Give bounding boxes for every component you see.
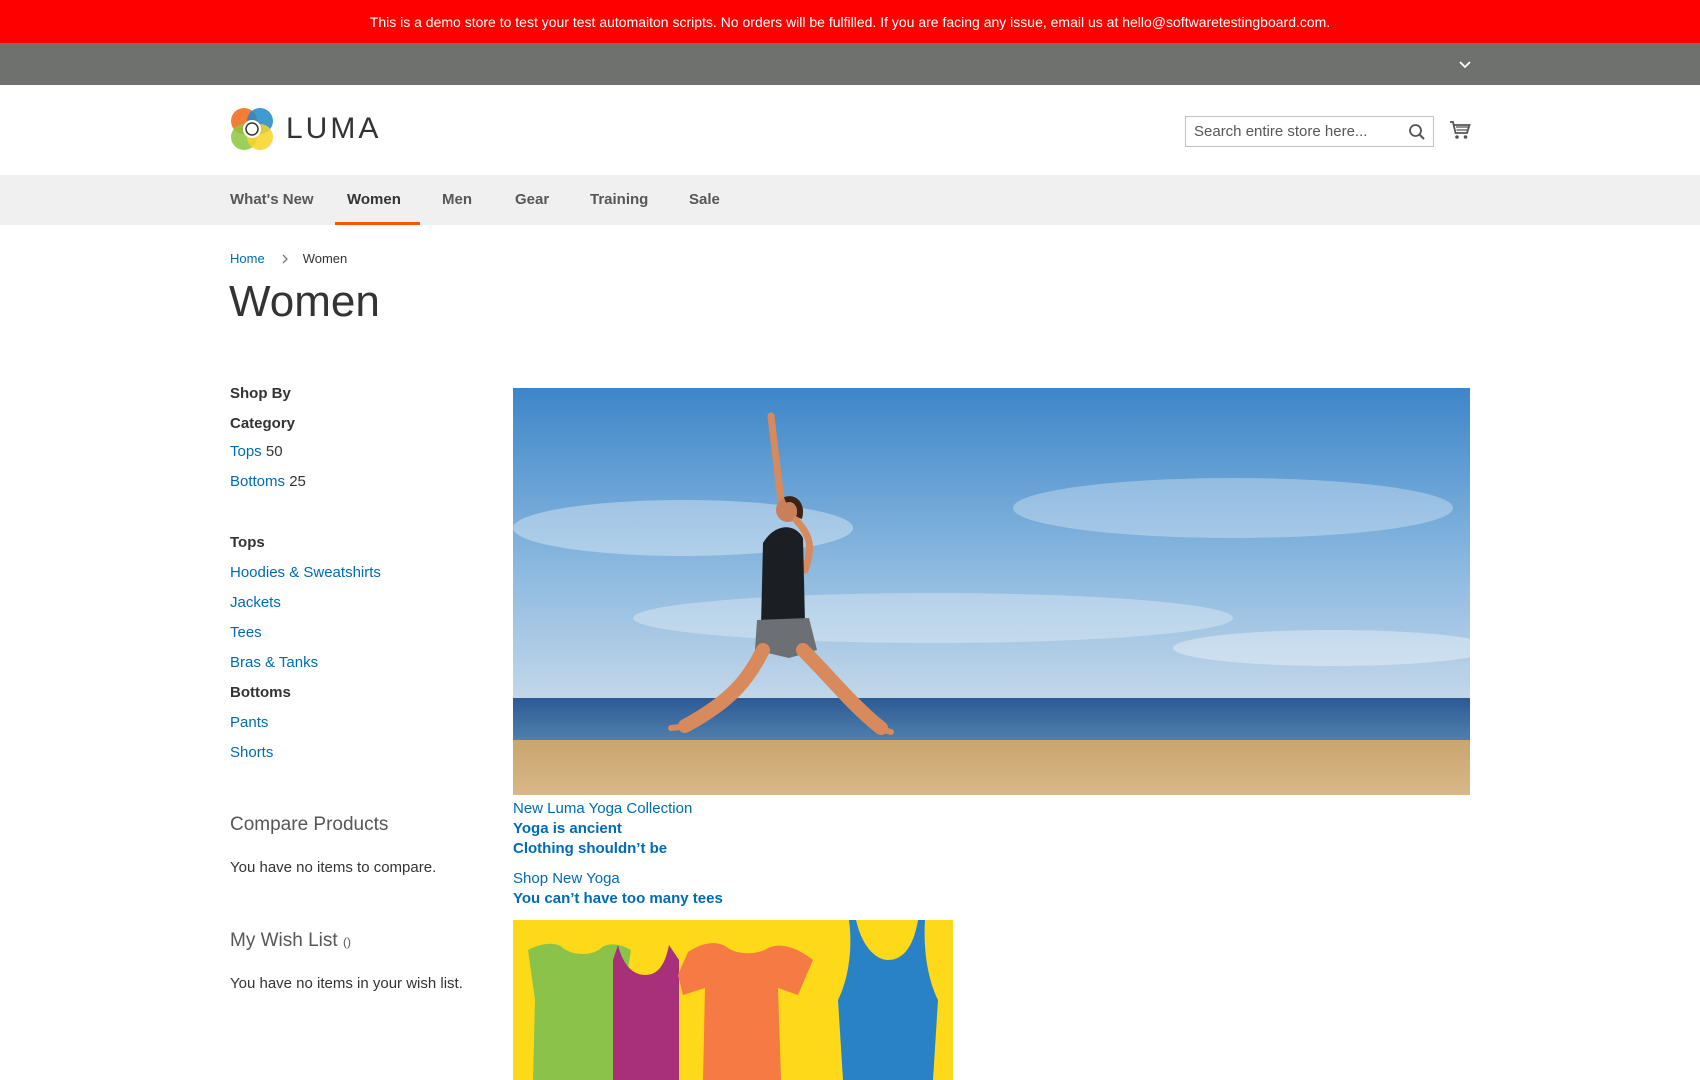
wishlist-empty-message: You have no items in your wish list.: [230, 975, 463, 992]
breadcrumb: Home Women: [230, 251, 347, 266]
category-link-shorts[interactable]: Shorts: [230, 744, 273, 761]
nav-item-men[interactable]: Men: [442, 175, 472, 225]
category-link-jackets[interactable]: Jackets: [230, 594, 281, 611]
shop-by-heading: Shop By: [230, 385, 291, 402]
category-filter-heading: Category: [230, 415, 296, 432]
filter-option-count: 50: [265, 443, 283, 460]
tees-promo-image[interactable]: [513, 920, 953, 1080]
category-link-tees[interactable]: Tees: [230, 624, 262, 641]
search-input[interactable]: [1194, 117, 1394, 146]
nav-item-gear[interactable]: Gear: [515, 175, 549, 225]
compare-products-title: Compare Products: [230, 814, 389, 835]
filter-option-tops[interactable]: Tops 50: [230, 443, 283, 460]
header-panel: [0, 43, 1700, 85]
yoga-collection-link[interactable]: New Luma Yoga Collection: [513, 800, 692, 817]
nav-item-sale[interactable]: Sale: [689, 175, 720, 225]
filter-option-bottoms[interactable]: Bottoms 25: [230, 473, 306, 490]
chevron-right-icon: [282, 254, 288, 263]
search-box: [1185, 116, 1434, 147]
tops-heading: Tops: [230, 534, 265, 551]
breadcrumb-current: Women: [302, 251, 348, 266]
yoga-tagline-line-2[interactable]: Clothing shouldn’t be: [513, 840, 667, 857]
yoga-hero-image[interactable]: [513, 388, 1470, 795]
category-link-pants[interactable]: Pants: [230, 714, 268, 731]
demo-notice-banner: This is a demo store to test your test a…: [0, 0, 1700, 43]
yoga-tagline-line-1[interactable]: Yoga is ancient: [513, 820, 622, 837]
wishlist-title-text: My Wish List: [230, 930, 338, 951]
store-logo[interactable]: LUMA: [230, 106, 381, 152]
main-navigation: What's New Women Men Gear Training Sale: [0, 175, 1700, 225]
chevron-down-icon[interactable]: [1457, 56, 1473, 72]
nav-item-women[interactable]: Women: [347, 175, 401, 225]
cart-icon[interactable]: [1449, 119, 1471, 141]
nav-item-training[interactable]: Training: [590, 175, 648, 225]
search-icon[interactable]: [1408, 123, 1426, 141]
filter-option-count: 25: [289, 473, 306, 490]
luma-logo-icon: [231, 108, 273, 150]
shop-new-yoga-link[interactable]: Shop New Yoga: [513, 870, 620, 887]
tees-tagline[interactable]: You can’t have too many tees: [513, 890, 723, 907]
page-title: Women: [229, 277, 380, 326]
filter-option-label[interactable]: Tops: [230, 443, 262, 460]
demo-notice-text: This is a demo store to test your test a…: [369, 13, 1331, 30]
wishlist-title: My Wish List (): [230, 930, 351, 952]
bottoms-heading: Bottoms: [230, 684, 291, 701]
active-nav-indicator: [335, 222, 420, 225]
category-link-hoodies[interactable]: Hoodies & Sweatshirts: [230, 564, 381, 581]
breadcrumb-home-link[interactable]: Home: [230, 251, 265, 266]
compare-empty-message: You have no items to compare.: [230, 859, 437, 876]
wishlist-counter: (): [342, 935, 351, 949]
nav-item-whats-new[interactable]: What's New: [230, 175, 314, 225]
filter-option-label[interactable]: Bottoms: [230, 473, 285, 490]
category-link-bras-tanks[interactable]: Bras & Tanks: [230, 654, 318, 671]
logo-text: LUMA: [286, 112, 382, 145]
